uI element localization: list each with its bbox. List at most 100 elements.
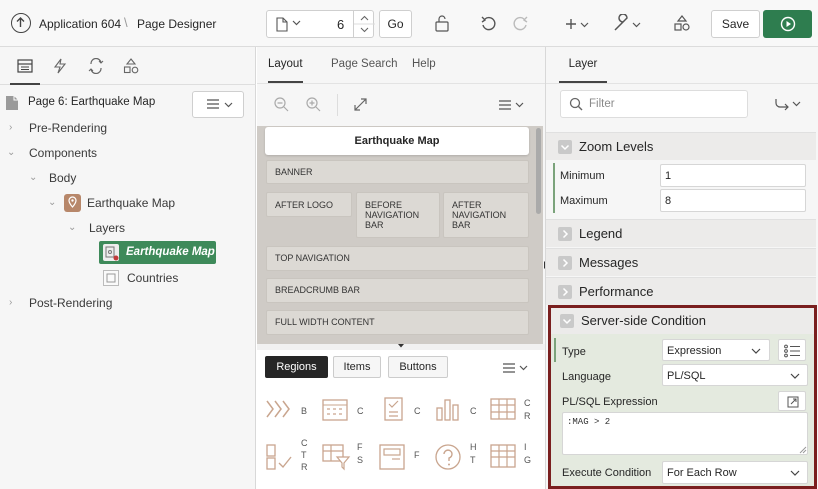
dynamic-actions-icon[interactable]	[53, 58, 67, 74]
tree-node-layer-earthquake-map-selected[interactable]: Earthquake Map	[99, 241, 216, 264]
utilities-menu-button[interactable]	[611, 14, 643, 34]
section-server-side-condition[interactable]: Server-side Condition	[551, 308, 814, 334]
section-title: Legend	[579, 226, 623, 241]
collapse-icon	[558, 140, 572, 154]
type-select-value: Expression	[667, 345, 722, 357]
gallery-tab-buttons[interactable]: Buttons	[388, 356, 448, 378]
go-button[interactable]: Go	[379, 10, 412, 38]
type-select[interactable]: Expression	[662, 339, 770, 361]
collapse-icon	[560, 314, 574, 328]
region-top-navigation[interactable]: TOP NAVIGATION	[266, 246, 529, 271]
app-home-icon[interactable]	[11, 13, 31, 33]
tree-menu-button[interactable]	[192, 91, 244, 118]
region-label-line: NAVIGATION	[452, 210, 507, 220]
section-zoom-levels[interactable]: Zoom Levels	[546, 132, 816, 160]
gallery-item-classic-report[interactable]: C R	[489, 394, 549, 428]
run-page-button[interactable]	[763, 10, 812, 38]
gallery-item-label: C	[357, 406, 364, 416]
expand-icon[interactable]	[353, 97, 368, 112]
page-stepper[interactable]	[353, 10, 375, 38]
page-selector[interactable]: 6	[266, 10, 375, 38]
code-editor-button[interactable]	[778, 391, 806, 411]
tree-label: Post-Rendering	[29, 296, 113, 310]
section-title: Server-side Condition	[581, 313, 707, 328]
gallery-area: Regions Items Buttons B C C C C R C T R …	[257, 350, 545, 489]
zoom-minimum-label: Minimum	[560, 170, 605, 182]
layer-icon	[103, 270, 119, 286]
expand-icon	[558, 256, 572, 270]
gallery-item-form[interactable]: F	[378, 438, 438, 472]
plsql-expression-label: PL/SQL Expression	[562, 396, 658, 408]
redo-icon[interactable]	[512, 15, 529, 32]
property-tab-strip	[546, 83, 818, 84]
zoom-out-icon[interactable]	[274, 97, 289, 112]
list-options-icon	[784, 344, 802, 358]
gallery-tab-regions[interactable]: Regions	[265, 356, 328, 378]
gallery-tab-items[interactable]: Items	[333, 356, 381, 378]
tab-layer[interactable]: Layer	[559, 47, 607, 83]
gallery-item-chart[interactable]: C	[434, 394, 494, 428]
section-messages[interactable]: Messages	[546, 248, 816, 276]
region-banner[interactable]: BANNER	[266, 160, 529, 184]
list-options-button[interactable]	[778, 339, 806, 361]
gallery-item-help-text[interactable]: H T	[434, 438, 494, 472]
rendering-tree-pane: Page 6: Earthquake Map › Pre-Rendering ⌄…	[0, 47, 256, 489]
card-icon	[382, 396, 406, 422]
layout-menu-icon[interactable]	[498, 98, 526, 112]
gallery-menu-icon[interactable]	[502, 362, 530, 376]
filter-placeholder: Filter	[589, 98, 615, 110]
region-after-logo[interactable]: AFTER LOGO	[266, 192, 352, 217]
section-performance[interactable]: Performance	[546, 277, 816, 305]
layout-canvas[interactable]: Earthquake Map BANNER AFTER LOGO BEFORE …	[257, 126, 543, 344]
tab-help[interactable]: Help	[412, 58, 436, 70]
section-legend[interactable]: Legend	[546, 219, 816, 247]
app-breadcrumb-link[interactable]: Application 604	[39, 17, 121, 31]
gallery-item-calendar[interactable]: C	[321, 394, 381, 428]
page-doc-icon	[5, 95, 19, 111]
region-breadcrumb-bar[interactable]: BREADCRUMB BAR	[266, 278, 529, 303]
zoom-maximum-input[interactable]: 8	[660, 189, 806, 212]
help-icon	[434, 443, 464, 471]
chevron-down-icon: ⌄	[29, 172, 38, 183]
region-label-line: BAR	[452, 220, 471, 230]
gallery-item-label: R	[301, 462, 308, 472]
gallery-item-interactive-grid[interactable]: I G	[489, 438, 549, 472]
gallery-item-faceted-search[interactable]: F S	[321, 438, 381, 472]
gallery-item-label: H	[470, 442, 477, 452]
play-icon	[780, 16, 796, 32]
go-to-group-icon[interactable]	[774, 97, 802, 111]
filter-input[interactable]: Filter	[560, 90, 748, 118]
gallery-item-breadcrumb[interactable]: B	[265, 394, 325, 428]
zoom-in-icon[interactable]	[306, 97, 321, 112]
region-after-navigation-bar[interactable]: AFTER NAVIGATION BAR	[443, 192, 529, 238]
region-before-navigation-bar[interactable]: BEFORE NAVIGATION BAR	[356, 192, 440, 238]
execute-condition-select[interactable]: For Each Row	[662, 461, 808, 484]
language-label: Language	[562, 371, 611, 383]
save-button[interactable]: Save	[711, 10, 760, 38]
page-header-region[interactable]: Earthquake Map	[265, 127, 529, 155]
tree-label: Countries	[127, 271, 179, 285]
zoom-minimum-input[interactable]: 1	[660, 164, 806, 187]
region-full-width-content[interactable]: FULL WIDTH CONTENT	[266, 310, 529, 335]
chevron-right-icon: ›	[9, 122, 13, 133]
expand-icon	[558, 285, 572, 299]
undo-icon[interactable]	[480, 15, 497, 32]
gallery-item-content-row[interactable]: C T R	[265, 438, 325, 472]
processing-icon[interactable]	[88, 58, 104, 74]
form-icon	[378, 443, 408, 471]
gallery-item-label: F	[414, 450, 420, 460]
resize-handle-icon[interactable]	[799, 446, 807, 454]
shared-components-tab-icon[interactable]	[123, 58, 139, 74]
region-label-line: BAR	[365, 220, 384, 230]
plsql-expression-textarea[interactable]: :MAG > 2	[562, 412, 808, 455]
rendering-tab[interactable]	[10, 47, 40, 85]
gallery-item-card[interactable]: C	[378, 394, 438, 428]
layout-scrollbar[interactable]	[536, 128, 541, 214]
shared-components-icon[interactable]	[673, 14, 691, 32]
page-number-input[interactable]: 6	[337, 17, 344, 32]
tab-page-search[interactable]: Page Search	[331, 58, 398, 70]
tab-layout[interactable]: Layout	[268, 47, 303, 83]
lock-icon[interactable]	[434, 15, 450, 32]
language-select[interactable]: PL/SQL	[662, 364, 808, 386]
create-menu-button[interactable]	[561, 14, 591, 34]
